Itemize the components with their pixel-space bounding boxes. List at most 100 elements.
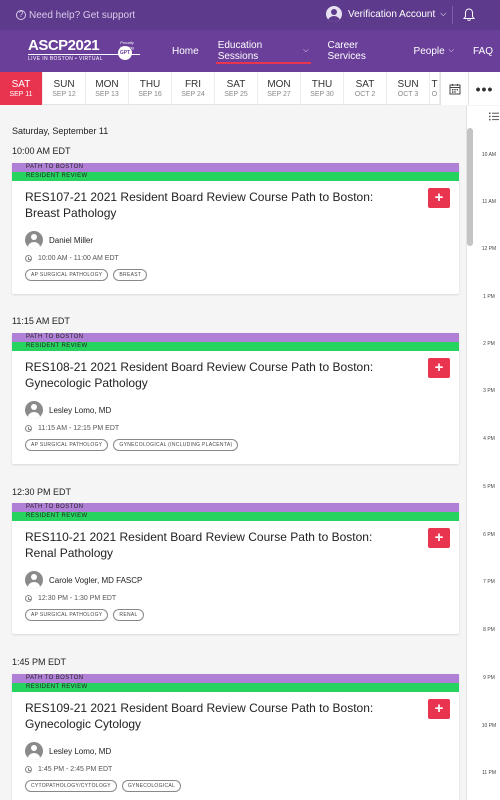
account-menu[interactable]: Verification Account ⌵	[326, 6, 446, 22]
day-tab[interactable]: MON SEP 13	[86, 72, 129, 105]
calendar-button[interactable]	[440, 72, 468, 105]
chevron-down-icon: ⌵	[448, 47, 454, 54]
day-tab[interactable]: THU SEP 30	[301, 72, 344, 105]
person-avatar-icon	[25, 571, 43, 589]
track-label-primary: PATH TO BOSTON	[12, 333, 459, 342]
help-circle-icon: ?	[16, 10, 26, 20]
day-tab-date: SEP 16	[138, 91, 162, 98]
track-label-secondary: RESIDENT REVIEW	[12, 683, 459, 692]
timeline-panel: 10 AM 11 AM 12 PM 1 PM 2 PM 3 PM 4 PM 5 …	[466, 106, 500, 800]
topbar-divider	[452, 6, 453, 24]
day-tabs: SAT SEP 11 SUN SEP 12 MON SEP 13 THU SEP 16 …	[0, 72, 500, 105]
timeline-scrollbar[interactable]	[467, 128, 473, 246]
person-avatar-icon	[25, 401, 43, 419]
account-label: Verification Account	[348, 8, 436, 20]
session-time: 12:30 PM - 1:30 PM EDT	[25, 595, 116, 602]
nav-people[interactable]: People ⌵	[414, 30, 454, 72]
day-tab[interactable]: SAT OCT 2	[344, 72, 387, 105]
session-tag[interactable]: GYNECOLOGICAL (INCLUDING PLACENTA)	[113, 439, 239, 451]
slot-time: 1:45 PM EDT	[12, 657, 67, 667]
session-title[interactable]: RES108-21 2021 Resident Board Review Cou…	[25, 359, 405, 391]
day-tab[interactable]: SUN SEP 12	[43, 72, 86, 105]
session-tag[interactable]: AP SURGICAL PATHOLOGY	[25, 439, 109, 451]
add-session-button[interactable]: +	[428, 699, 450, 719]
track-label-secondary: RESIDENT REVIEW	[12, 512, 459, 521]
session-card[interactable]: PATH TO BOSTON RESIDENT REVIEW RES109-21…	[12, 674, 459, 800]
help-link[interactable]: ? Need help? Get support	[16, 10, 135, 21]
speaker[interactable]: Lesley Lomo, MD	[25, 401, 111, 419]
day-tab-date: SEP 30	[310, 91, 334, 98]
clock-icon	[25, 425, 32, 432]
day-tab-day: FRI	[184, 79, 202, 90]
day-tab-day: T	[431, 79, 438, 90]
chevron-down-icon: ⌵	[303, 47, 309, 54]
day-tab-day: MON	[267, 79, 291, 90]
day-tab[interactable]: SAT SEP 11	[0, 72, 43, 105]
timeline-tick: 2 PM	[483, 341, 495, 347]
more-button[interactable]: •••	[468, 72, 500, 105]
day-tab-date: OCT 2	[354, 91, 376, 98]
day-tab[interactable]: THU SEP 16	[129, 72, 172, 105]
session-tag[interactable]: AP SURGICAL PATHOLOGY	[25, 269, 109, 281]
timeline-tick: 7 PM	[483, 579, 495, 585]
nav-career-services-label: Career Services	[327, 40, 366, 62]
calendar-icon	[449, 83, 460, 94]
help-text: Need help? Get support	[29, 9, 136, 21]
session-time: 1:45 PM - 2:45 PM EDT	[25, 766, 112, 773]
session-card[interactable]: PATH TO BOSTON RESIDENT REVIEW RES108-21…	[12, 333, 459, 464]
clock-icon	[25, 255, 32, 262]
day-tab[interactable]: TO	[430, 72, 440, 105]
nav-career-services[interactable]: Career Services	[328, 30, 395, 72]
session-tag[interactable]: RENAL	[113, 609, 144, 621]
session-title[interactable]: RES110-21 2021 Resident Board Review Cou…	[25, 529, 405, 561]
day-tab-date: OCT 3	[397, 91, 419, 98]
session-tag[interactable]: AP SURGICAL PATHOLOGY	[25, 609, 109, 621]
session-title[interactable]: RES107-21 2021 Resident Board Review Cou…	[25, 189, 405, 221]
add-session-button[interactable]: +	[428, 358, 450, 378]
session-tag[interactable]: CYTOPATHOLOGY/CYTOLOGY	[25, 780, 117, 792]
day-tab-date: O	[431, 91, 438, 98]
speaker[interactable]: Carole Vogler, MD FASCP	[25, 571, 142, 589]
nav-faq[interactable]: FAQ	[473, 30, 493, 72]
session-tag[interactable]: GYNECOLOGICAL	[121, 780, 182, 792]
list-view-icon[interactable]	[489, 112, 499, 121]
timeline-tick: 10 AM	[481, 152, 497, 158]
session-card[interactable]: PATH TO BOSTON RESIDENT REVIEW RES110-21…	[12, 503, 459, 634]
clock-icon	[25, 766, 32, 773]
ascp-logo[interactable]: ASCP2021 LIVE IN BOSTON • VIRTUAL Proudl…	[28, 38, 140, 66]
nav-education-sessions-label: Education Sessions	[217, 40, 263, 62]
session-list[interactable]: Saturday, September 11 10:00 AM EDT PATH…	[0, 106, 466, 800]
session-time: 10:00 AM - 11:00 AM EDT	[25, 255, 119, 262]
speaker-name: Lesley Lomo, MD	[49, 746, 112, 756]
session-card[interactable]: PATH TO BOSTON RESIDENT REVIEW RES107-21…	[12, 163, 459, 294]
timeline-tick: 8 PM	[483, 627, 495, 633]
session-title[interactable]: RES109-21 2021 Resident Board Review Cou…	[25, 700, 405, 732]
day-tab-date: SEP 25	[224, 91, 248, 98]
nav-faq-label: FAQ	[472, 45, 493, 57]
day-tab-day: SAT	[226, 79, 246, 90]
timeline-tick: 4 PM	[483, 436, 495, 442]
tag-list: AP SURGICAL PATHOLOGY BREAST	[25, 269, 152, 281]
nav-home[interactable]: Home	[172, 30, 199, 72]
session-time-range: 12:30 PM - 1:30 PM EDT	[38, 595, 117, 602]
add-session-button[interactable]: +	[428, 188, 450, 208]
person-avatar-icon	[25, 742, 43, 760]
day-tab[interactable]: SUN OCT 3	[387, 72, 430, 105]
day-tab[interactable]: MON SEP 27	[258, 72, 301, 105]
day-tab-day: SUN	[397, 79, 419, 90]
day-tab-day: SAT	[355, 79, 375, 90]
session-time-range: 10:00 AM - 11:00 AM EDT	[38, 255, 119, 262]
track-label-secondary: RESIDENT REVIEW	[12, 172, 459, 181]
timeline-tick: 1 PM	[483, 294, 495, 300]
day-tab[interactable]: FRI SEP 24	[172, 72, 215, 105]
day-tab[interactable]: SAT SEP 25	[215, 72, 258, 105]
day-tab-day: MON	[95, 79, 119, 90]
timeline-tick: 11 AM	[482, 199, 496, 205]
session-tag[interactable]: BREAST	[113, 269, 148, 281]
speaker[interactable]: Lesley Lomo, MD	[25, 742, 111, 760]
bell-icon[interactable]	[463, 8, 475, 22]
speaker[interactable]: Daniel Miller	[25, 231, 93, 249]
add-session-button[interactable]: +	[428, 528, 450, 548]
chevron-down-icon: ⌵	[440, 9, 447, 18]
nav-education-sessions[interactable]: Education Sessions ⌵	[215, 30, 311, 72]
